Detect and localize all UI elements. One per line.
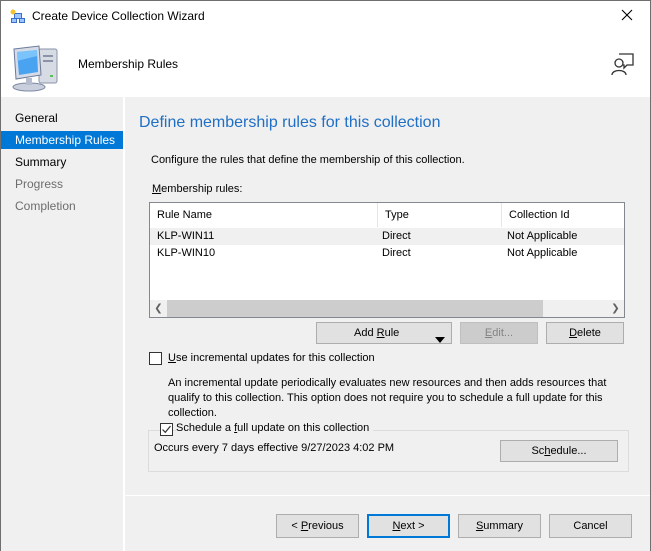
label-text: se incremental updates for this collecti… (175, 352, 375, 364)
nav-item-summary[interactable]: Summary (1, 153, 123, 171)
scroll-right-icon[interactable]: ❯ (607, 300, 624, 317)
full-update-label[interactable]: Schedule a full update on this collectio… (176, 422, 374, 434)
next-button[interactable]: Next > (367, 514, 450, 538)
content-panel: Define membership rules for this collect… (125, 97, 650, 495)
wizard-app-icon (10, 9, 26, 25)
label-text: ull update on this collection (237, 422, 370, 434)
label-text: ummary (483, 520, 524, 532)
label-text: elete (577, 327, 601, 339)
nav-item-label: Completion (15, 199, 76, 213)
previous-button[interactable]: < Previous (276, 514, 359, 538)
incremental-updates-description: An incremental update periodically evalu… (168, 377, 607, 419)
close-button[interactable] (604, 1, 650, 32)
column-header-type[interactable]: Type (378, 203, 502, 227)
banner-title: Membership Rules (78, 57, 179, 71)
page-heading: Define membership rules for this collect… (139, 114, 441, 131)
scrollbar-thumb[interactable] (167, 300, 543, 317)
table-row[interactable]: KLP-WIN10 Direct Not Applicable (150, 245, 624, 262)
incremental-updates-label[interactable]: Use incremental updates for this collect… (168, 352, 375, 364)
label-text: embership rules: (161, 183, 243, 195)
label-text: edule... (550, 445, 587, 457)
wizard-footer: < Previous Next > Summary Cancel (125, 496, 650, 551)
membership-rules-label: Membership rules: (152, 183, 243, 195)
edit-button: Edit... (460, 322, 538, 344)
cell-type: Direct (382, 230, 411, 242)
wizard-steps-nav: General Membership Rules Summary Progres… (1, 97, 123, 551)
label-text: Schedule a (176, 422, 235, 434)
title-bar: Create Device Collection Wizard (1, 1, 650, 32)
incremental-updates-checkbox[interactable] (149, 352, 162, 365)
nav-item-progress: Progress (1, 175, 123, 193)
wizard-window: Create Device Collection Wizard Membersh… (0, 0, 651, 551)
nav-item-label: Progress (15, 177, 64, 191)
column-header-rule-name[interactable]: Rule Name (150, 203, 378, 227)
page-description: Configure the rules that define the memb… (151, 154, 465, 166)
scroll-left-icon[interactable]: ❮ (150, 300, 167, 317)
nav-item-completion: Completion (1, 197, 123, 215)
nav-item-membership-rules[interactable]: Membership Rules (1, 131, 123, 149)
table-row[interactable]: KLP-WIN11 Direct Not Applicable (150, 228, 624, 245)
label-text: revious (308, 520, 344, 532)
add-rule-button[interactable]: Add Rule (316, 322, 452, 344)
summary-button[interactable]: Summary (458, 514, 541, 538)
accel-key: D (569, 327, 578, 339)
full-update-checkbox[interactable] (160, 423, 173, 436)
cell-collection-id: Not Applicable (507, 247, 578, 259)
label-text: Add (354, 327, 377, 339)
column-header-collection-id[interactable]: Collection Id (502, 203, 624, 227)
label-text: dit... (492, 327, 514, 339)
label-text: < (291, 520, 301, 532)
schedule-summary-text: Occurs every 7 days effective 9/27/2023 … (154, 442, 395, 454)
cell-collection-id: Not Applicable (507, 230, 578, 242)
accel-key: U (168, 352, 176, 364)
label-text: ule (384, 327, 400, 339)
list-header: Rule Name Type Collection Id (150, 203, 624, 227)
nav-item-general[interactable]: General (1, 109, 123, 127)
computer-icon (9, 41, 61, 93)
window-title: Create Device Collection Wizard (32, 9, 205, 23)
label-text: ext > (400, 520, 425, 532)
cell-rule-name: KLP-WIN10 (157, 247, 216, 259)
nav-item-label: General (15, 111, 58, 125)
cancel-button[interactable]: Cancel (549, 514, 632, 538)
checkmark-icon (162, 425, 171, 434)
delete-button[interactable]: Delete (546, 322, 624, 344)
nav-item-label: Summary (15, 155, 67, 169)
horizontal-scrollbar[interactable]: ❮ ❯ (150, 300, 624, 317)
accel-key: R (376, 327, 385, 339)
wizard-banner: Membership Rules (1, 32, 650, 96)
schedule-button[interactable]: Schedule... (500, 440, 618, 462)
label-text: Sc (531, 445, 545, 457)
cell-rule-name: KLP-WIN11 (157, 230, 215, 242)
cell-type: Direct (382, 247, 411, 259)
dropdown-arrow-icon (435, 330, 445, 350)
membership-rules-list[interactable]: Rule Name Type Collection Id KLP-WIN11 D… (149, 202, 625, 318)
nav-item-label: Membership Rules (15, 133, 116, 147)
accel-key: M (152, 183, 162, 195)
help-person-icon[interactable] (610, 51, 636, 77)
close-icon (621, 9, 633, 24)
